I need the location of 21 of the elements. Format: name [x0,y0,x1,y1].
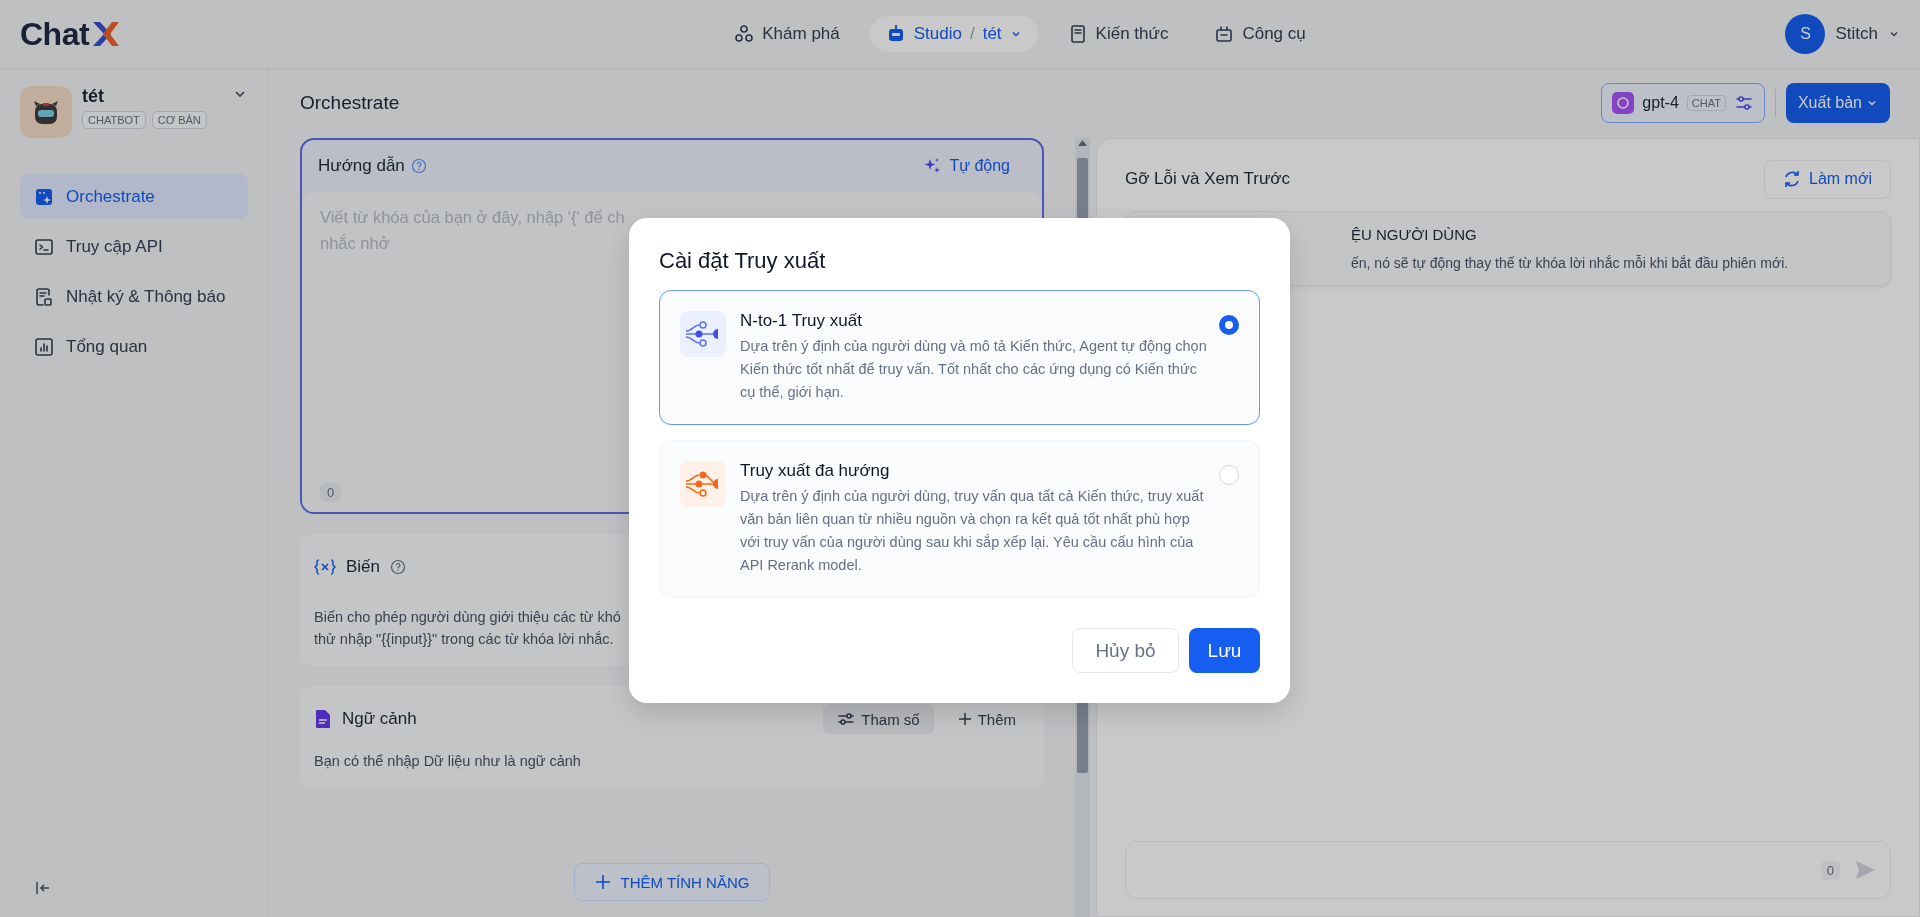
character-count: 0 [1820,860,1840,880]
dialog-title: Cài đặt Truy xuất [659,248,827,274]
description-text: Bạn có thể nhập Dữ liệu như là ngữ cảnh [314,752,582,771]
card-title: Ngữ cảnh [342,709,417,729]
app-name: tét [82,86,105,107]
app-tag: CHATBOT [82,111,146,129]
option-title: Truy xuất đa hướng [740,461,891,481]
character-count: 0 [320,483,342,502]
card-text: ến, nó sẽ tự động thay thế từ khóa lời nhắc mỗi khi bắt đầu phiên mới. [1351,255,1790,271]
page-title: Orchestrate [300,92,401,114]
description-text: Biến cho phép người dùng giới thiệu các từ khó [314,608,622,627]
option-title: N-to-1 Truy xuất [740,311,863,331]
option-description: Dựa trên ý định của người dùng, truy vấn qua tất cả Kiến thức, truy xuất văn bản liên quan từ nhiều nguồn và chọn ra kết quả tốt nhất phù hợp với truy vấn của người dùng sau khi sắp xếp lại. Yêu cầu cấu hình của API Rerank model. [740,487,1205,575]
description-text: thử nhập "{{input}}" trong các từ khóa lời nhắc. [314,630,615,649]
panel-title: Gỡ Lỗi và Xem Trước [1125,169,1291,189]
card-title: Biến [346,557,381,577]
card-heading: ỆU NGƯỜI DÙNG [1351,226,1478,243]
option-description: Dựa trên ý định của người dùng và mô tả Kiến thức, Agent tự động chọn Kiến thức tốt nhất để truy vấn. Tốt nhất cho các ứng dụng có Kiến thức cụ thể, giới hạn. [740,337,1208,402]
card-title: Hướng dẫn [318,156,405,176]
logo-text: Chat [20,15,90,53]
app-tag: CƠ BẢN [151,111,207,129]
